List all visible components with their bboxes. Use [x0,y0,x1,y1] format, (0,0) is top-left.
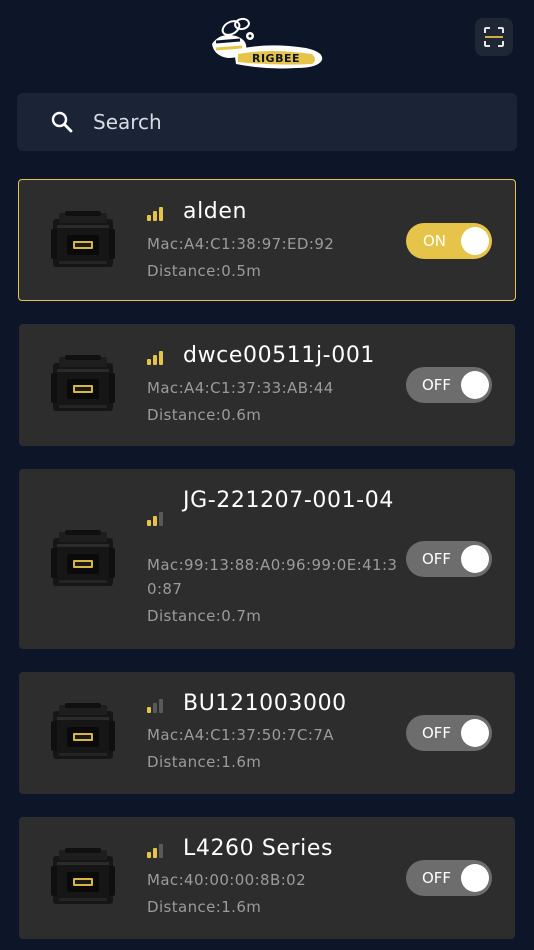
device-name: L4260 Series [183,836,334,861]
signal-strength-icon [147,512,163,526]
device-card[interactable]: dwce00511j-001 Mac:A4:C1:37:33:AB:44 Dis… [19,324,515,446]
device-distance: Distance:1.6m [147,898,262,916]
scan-button[interactable] [475,18,513,56]
device-name: JG-221207-001-04 [183,488,394,513]
device-image [49,355,117,413]
search-input[interactable] [75,93,495,151]
device-card[interactable]: BU121003000 Mac:A4:C1:37:50:7C:7A Distan… [19,672,515,794]
device-mac: Mac:A4:C1:37:50:7C:7A [147,726,334,744]
device-mac: Mac:A4:C1:37:33:AB:44 [147,379,334,397]
device-name: alden [183,199,248,224]
power-toggle[interactable]: OFF [406,860,492,896]
search-bar[interactable] [17,93,517,151]
device-mac: Mac:40:00:00:8B:02 [147,871,307,889]
search-icon [51,111,73,133]
device-image [49,211,117,269]
toggle-knob [461,545,489,573]
toggle-label: OFF [422,869,452,887]
power-toggle[interactable]: OFF [406,715,492,751]
device-card[interactable]: JG-221207-001-04 Mac:99:13:88:A0:96:99:0… [19,469,515,649]
app-header: RIGBEE [0,0,534,80]
toggle-label: OFF [422,376,452,394]
device-distance: Distance:0.6m [147,406,262,424]
power-toggle[interactable]: OFF [406,541,492,577]
toggle-label: OFF [422,724,452,742]
device-card[interactable]: L4260 Series Mac:40:00:00:8B:02 Distance… [19,817,515,939]
signal-strength-icon [147,844,163,858]
toggle-knob [461,719,489,747]
power-toggle[interactable]: OFF [406,367,492,403]
toggle-knob [461,227,489,255]
device-mac: Mac:A4:C1:38:97:ED:92 [147,235,335,253]
signal-strength-icon [147,351,163,365]
toggle-knob [461,371,489,399]
device-name: dwce00511j-001 [183,343,376,368]
toggle-knob [461,864,489,892]
device-image [49,848,117,906]
power-toggle[interactable]: ON [406,223,492,259]
device-distance: Distance:0.7m [147,607,262,625]
logo-text: RIGBEE [252,52,300,65]
device-card[interactable]: alden Mac:A4:C1:38:97:ED:92 Distance:0.5… [18,179,516,301]
device-distance: Distance:1.6m [147,753,262,771]
signal-strength-icon [147,207,163,221]
scan-icon [484,27,504,47]
device-image [49,530,117,588]
toggle-label: OFF [422,550,452,568]
device-image [49,703,117,761]
device-distance: Distance:0.5m [147,262,262,280]
toggle-label: ON [423,232,447,250]
device-name: BU121003000 [183,691,347,716]
signal-strength-icon [147,699,163,713]
device-mac: Mac:99:13:88:A0:96:99:0E:41:30:87 [147,556,398,598]
rigbee-logo: RIGBEE [206,14,328,74]
